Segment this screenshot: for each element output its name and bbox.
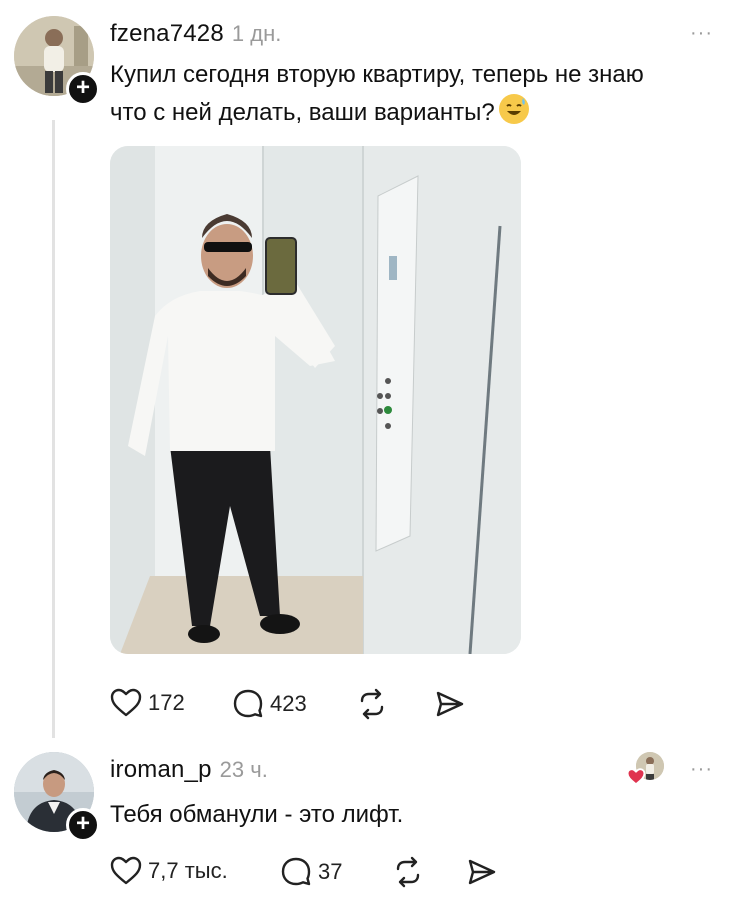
comment-bubble-icon — [233, 689, 263, 718]
repost-icon — [360, 688, 384, 720]
post-text-line-1: Купил сегодня вторую квартиру, теперь не… — [110, 61, 644, 88]
author-liked-badge — [626, 752, 666, 788]
send-icon — [436, 691, 464, 717]
comment-bubble-icon — [281, 857, 311, 886]
post-more-button[interactable]: ··· — [690, 22, 713, 45]
reply-like-count: 7,7 тыс. — [148, 858, 228, 883]
reply-repost-button[interactable] — [392, 856, 424, 888]
reply-header: iroman_p 23 ч. — [110, 756, 268, 784]
post-share-button[interactable] — [434, 688, 466, 720]
reply-comment-button[interactable]: 37 — [280, 856, 342, 888]
reply-username[interactable]: iroman_p — [110, 756, 212, 783]
reply-more-button[interactable]: ··· — [690, 758, 713, 781]
post-like-count: 172 — [148, 690, 185, 715]
post-text-line-2: что с ней делать, ваши варианты? — [110, 94, 730, 132]
post-header: fzena7428 1 дн. — [110, 20, 281, 48]
thread-line — [52, 120, 55, 738]
sweat-smile-emoji-icon — [498, 94, 529, 124]
reply-like-button[interactable]: 7,7 тыс. — [110, 856, 228, 886]
post-like-button[interactable]: 172 — [110, 688, 185, 718]
post-photo[interactable] — [110, 146, 521, 654]
reply-text: Тебя обманули - это лифт. — [110, 801, 404, 828]
post-username[interactable]: fzena7428 — [110, 20, 224, 47]
follow-plus-icon[interactable]: + — [66, 72, 100, 106]
repost-icon — [396, 856, 420, 888]
reply-follow-plus-icon[interactable]: + — [66, 808, 100, 842]
send-icon — [468, 859, 496, 885]
reply-comment-count: 37 — [318, 859, 343, 884]
post-text: Купил сегодня вторую квартиру, теперь не… — [110, 56, 730, 132]
liked-heart-icon — [626, 768, 646, 786]
heart-icon — [110, 856, 142, 885]
heart-icon — [110, 688, 142, 717]
post-comment-count: 423 — [270, 691, 307, 716]
reply-time: 23 ч. — [219, 757, 268, 782]
post-comment-button[interactable]: 423 — [232, 688, 307, 720]
post-time: 1 дн. — [231, 21, 282, 46]
post-repost-button[interactable] — [356, 688, 388, 720]
reply-share-button[interactable] — [466, 856, 498, 888]
